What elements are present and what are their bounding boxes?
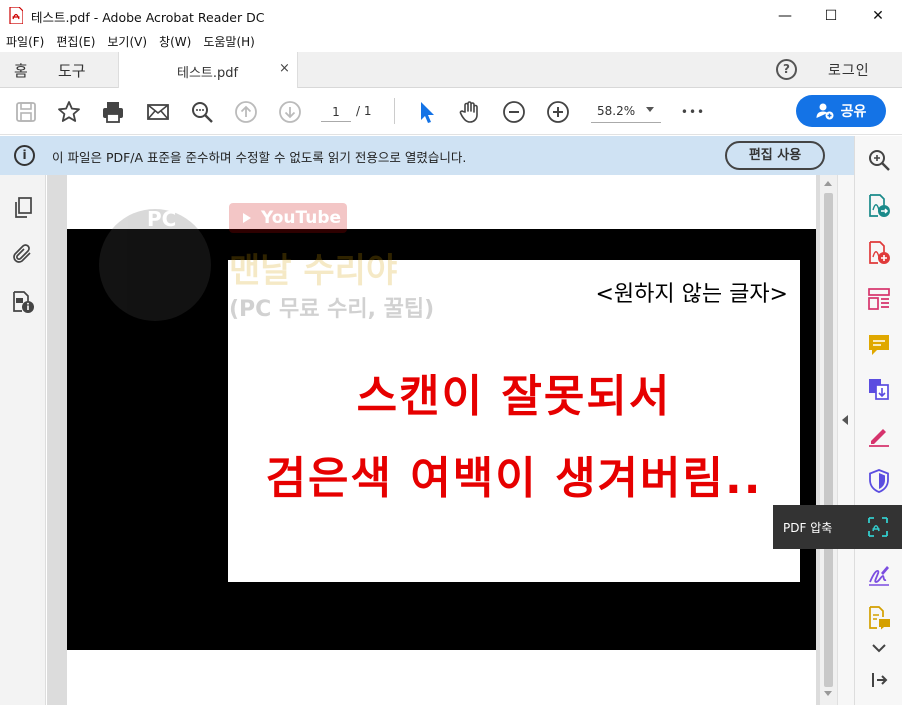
menu-edit[interactable]: 편집(E) (56, 33, 95, 50)
menu-help[interactable]: 도움말(H) (203, 33, 255, 50)
create-pdf-icon[interactable] (867, 241, 891, 265)
document-viewport[interactable]: <원하지 않는 글자> 스캔이 잘못되서 검은색 여백이 생겨버림.. PC Y… (47, 175, 820, 705)
toolbar-divider (394, 98, 395, 124)
print-icon[interactable] (100, 99, 126, 125)
youtube-label: YouTube (261, 208, 342, 228)
more-tools-icon[interactable]: ••• (680, 99, 706, 125)
minimize-icon: — (778, 7, 792, 24)
tooltip-label: PDF 압축 (783, 521, 833, 535)
help-icon[interactable]: ? (776, 59, 797, 80)
zoom-level-select[interactable]: 58.2% (591, 101, 661, 123)
search-icon[interactable] (867, 148, 891, 172)
protect-shield-icon[interactable] (867, 469, 891, 493)
signature-icon[interactable] (867, 563, 891, 587)
next-page-icon[interactable] (277, 99, 303, 125)
save-icon[interactable] (13, 99, 39, 125)
zoom-out-icon[interactable] (501, 99, 527, 125)
zoom-in-icon[interactable] (545, 99, 571, 125)
tab-bar: 홈 도구 테스트.pdf × ? 로그인 (0, 52, 902, 88)
collapse-panel-icon[interactable] (867, 668, 891, 692)
document-info-icon[interactable] (11, 290, 35, 314)
search-zoom-icon[interactable] (189, 99, 215, 125)
left-nav-panel (0, 175, 57, 705)
comment-icon[interactable] (867, 333, 891, 357)
share-label: 공유 (840, 104, 867, 120)
share-button[interactable]: 공유 (796, 95, 886, 127)
close-icon: ✕ (872, 7, 884, 24)
vertical-scrollbar[interactable] (820, 175, 837, 705)
headline-line-2: 검은색 여백이 생겨버림.. (265, 453, 763, 504)
scroll-down-icon[interactable] (824, 691, 832, 696)
tab-document[interactable]: 테스트.pdf × (118, 52, 298, 88)
title-bar: 테스트.pdf - Adobe Acrobat Reader DC — ☐ ✕ (0, 0, 902, 31)
pdf-page: <원하지 않는 글자> 스캔이 잘못되서 검은색 여백이 생겨버림.. PC Y… (67, 175, 816, 705)
page-thumbnails-icon[interactable] (11, 196, 35, 220)
toolbar: / 1 58.2% ••• 공유 (0, 88, 902, 135)
attachment-icon[interactable] (11, 242, 35, 266)
email-icon[interactable] (145, 99, 171, 125)
youtube-badge: YouTube (229, 203, 347, 233)
compress-pdf-tooltip[interactable]: PDF 압축 (773, 505, 902, 549)
menu-window[interactable]: 창(W) (159, 33, 191, 50)
chevron-down-icon[interactable] (646, 107, 654, 112)
enable-edit-button[interactable]: 편집 사용 (725, 141, 825, 170)
zoom-level-value: 58.2% (597, 104, 636, 118)
menu-file[interactable]: 파일(F) (6, 33, 44, 50)
info-message: 이 파일은 PDF/A 표준을 준수하며 수정할 수 없도록 읽기 전용으로 열… (52, 150, 467, 165)
send-comments-icon[interactable] (867, 606, 891, 630)
menu-bar: 파일(F) 편집(E) 보기(V) 창(W) 도움말(H) (0, 31, 902, 52)
select-cursor-icon[interactable] (413, 99, 439, 125)
export-pdf-icon[interactable] (867, 194, 891, 218)
watermark-subtitle: (PC 무료 수리, 꿀팁) (229, 297, 435, 322)
right-tools-panel (854, 136, 902, 705)
right-panel-toggle-icon[interactable] (842, 415, 848, 425)
scroll-up-icon[interactable] (824, 181, 832, 186)
page-number-input[interactable] (321, 102, 351, 122)
info-icon: i (14, 145, 35, 166)
watermark-pc: PC (147, 207, 177, 231)
maximize-button[interactable]: ☐ (808, 0, 854, 31)
window-title: 테스트.pdf - Adobe Acrobat Reader DC (31, 10, 265, 25)
previous-page-icon[interactable] (233, 99, 259, 125)
add-user-icon (816, 103, 834, 120)
info-bar: i 이 파일은 PDF/A 표준을 준수하며 수정할 수 없도록 읽기 전용으로… (0, 136, 854, 175)
menu-view[interactable]: 보기(V) (107, 33, 147, 50)
right-panel-toggle-strip (837, 175, 854, 705)
tab-home[interactable]: 홈 (14, 60, 28, 81)
close-window-button[interactable]: ✕ (855, 0, 901, 31)
edit-pdf-icon[interactable] (867, 287, 891, 311)
tab-tools[interactable]: 도구 (58, 60, 86, 81)
channel-watermark: PC YouTube 맨날 수리야 (PC 무료 수리, 꿀팁) (99, 199, 459, 329)
login-button[interactable]: 로그인 (828, 60, 870, 80)
acrobat-app-icon (9, 7, 23, 24)
combine-files-icon[interactable] (867, 377, 891, 401)
scroll-thumb[interactable] (824, 193, 833, 687)
compress-pdf-icon[interactable] (865, 514, 891, 540)
hand-tool-icon[interactable] (457, 99, 483, 125)
maximize-icon: ☐ (824, 7, 838, 24)
headline-line-1: 스캔이 잘못되서 (356, 371, 672, 422)
play-icon (243, 213, 251, 223)
fill-sign-icon[interactable] (867, 423, 891, 447)
page-total: / 1 (356, 104, 372, 118)
tab-document-label: 테스트.pdf (177, 66, 239, 81)
minimize-button[interactable]: — (762, 0, 808, 31)
chevron-down-icon[interactable] (867, 636, 891, 660)
tab-close-icon[interactable]: × (279, 61, 290, 76)
bookmark-star-icon[interactable] (56, 99, 82, 125)
watermark-title: 맨날 수리야 (229, 251, 398, 291)
unwanted-text-note: <원하지 않는 글자> (595, 282, 788, 307)
